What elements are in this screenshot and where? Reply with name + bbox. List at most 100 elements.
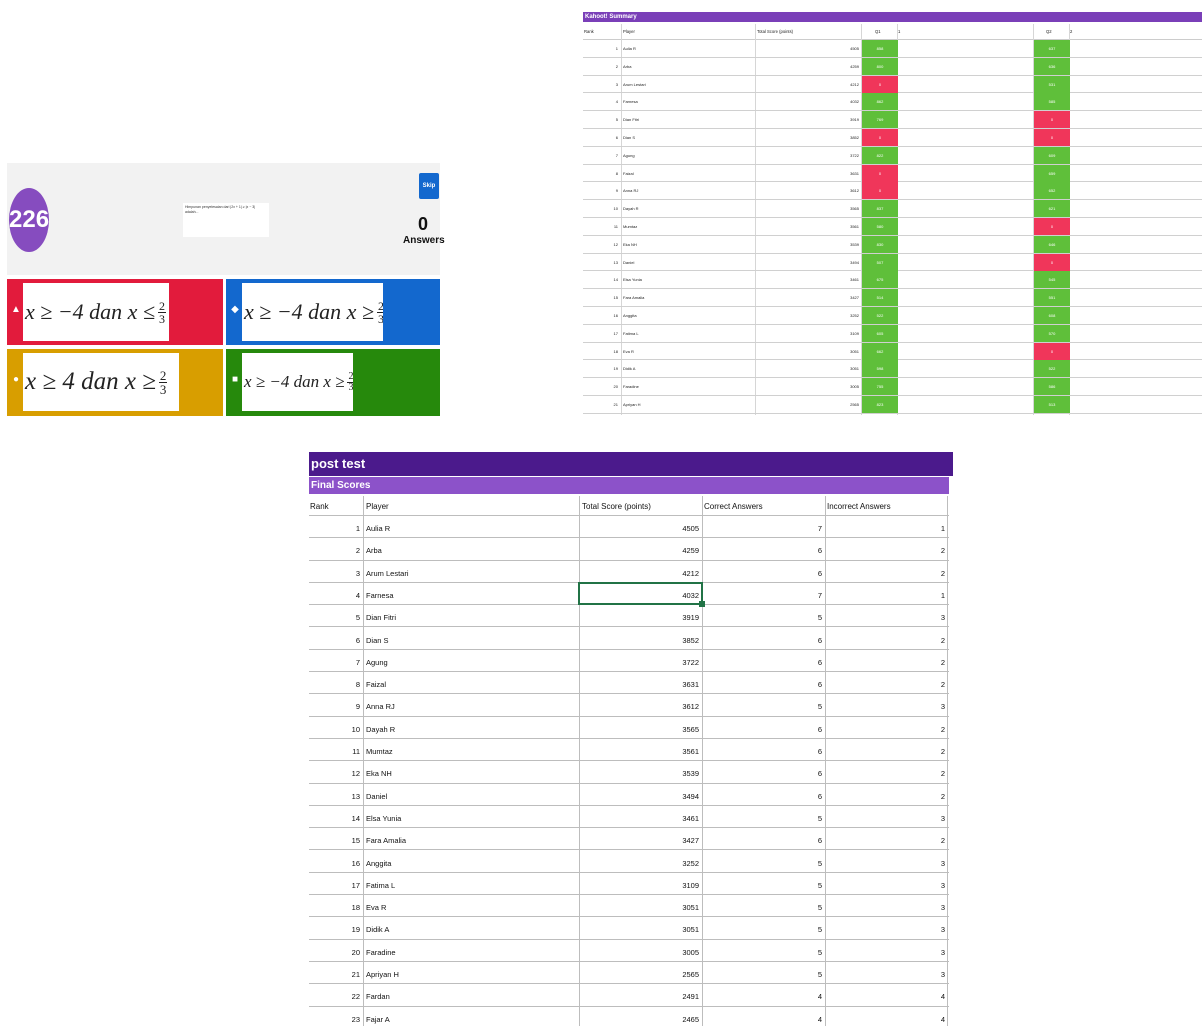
- summary-row: 16 Anggita 3252 522 608: [583, 307, 1202, 325]
- q2-score-cell: 608: [1034, 307, 1070, 324]
- q2-score-cell: 646: [1034, 235, 1070, 253]
- total-score-cell: 3427: [682, 836, 699, 846]
- q1-score-cell: 830: [862, 235, 898, 253]
- summary-row: 8 Faizal 3631 0 659: [583, 164, 1202, 183]
- rank-cell: 5: [355, 613, 360, 623]
- total-score-cell: 3852: [682, 635, 699, 645]
- answer-option-circle[interactable]: ● x ≥ 4 dan x ≥ 2 3: [7, 349, 223, 416]
- q1-score-cell: 0: [862, 129, 898, 146]
- q2-score-cell: 513: [1034, 396, 1070, 413]
- summary-row: 5 Dian Fitri 3919 769 0: [583, 111, 1202, 129]
- q1-score-cell: 598: [862, 360, 898, 378]
- rank-cell: 11: [613, 224, 618, 229]
- fraction-denominator: 3: [159, 311, 166, 326]
- skip-button[interactable]: Skip: [419, 173, 439, 199]
- player-cell: Fatima L: [623, 330, 639, 336]
- player-cell: Anggita: [366, 858, 392, 868]
- player-cell: Eva R: [623, 348, 634, 354]
- correct-answers-cell: 5: [817, 970, 822, 979]
- player-cell: Daniel: [623, 259, 635, 265]
- answer-option-diamond[interactable]: ◆ x ≥ −4 dan x ≥ 2 3: [226, 279, 440, 345]
- correct-answers-cell: 6: [817, 724, 822, 734]
- selected-cell[interactable]: [578, 582, 705, 607]
- correct-answers-cell: 6: [817, 769, 822, 779]
- table-row: 21 Apriyan H 2565 5 3: [309, 962, 949, 985]
- total-score-cell: 3561: [682, 747, 699, 756]
- rank-cell: 15: [351, 836, 360, 846]
- fraction-denominator: 3: [378, 311, 383, 326]
- diamond-icon: ◆: [231, 304, 239, 315]
- rank-cell: 18: [351, 903, 360, 913]
- header-q2-answer: 2: [1070, 29, 1073, 34]
- player-cell: Fara Amalia: [366, 836, 407, 846]
- fraction-numerator: 2: [347, 370, 353, 383]
- incorrect-answers-cell: 3: [940, 903, 945, 913]
- total-score-cell: 3722: [850, 152, 859, 158]
- q2-score-cell: 0: [1034, 342, 1070, 360]
- total-score-cell: 3612: [850, 188, 859, 194]
- total-score-cell: 3427: [850, 295, 859, 301]
- incorrect-answers-cell: 2: [940, 747, 945, 756]
- correct-answers-cell: 6: [817, 546, 822, 556]
- answers-counter: 0 Answers: [403, 213, 445, 247]
- total-score-cell: 3005: [682, 947, 699, 957]
- total-score-cell: 3051: [850, 366, 859, 372]
- q1-score-cell: 0: [862, 182, 898, 200]
- rank-cell: 1: [355, 524, 360, 533]
- q1-score-cell: 858: [862, 40, 898, 57]
- fraction: 2 3: [347, 370, 353, 393]
- player-cell: Faizal: [623, 170, 634, 176]
- summary-row: 2 Arba 4259 800 636: [583, 57, 1202, 76]
- player-cell: Aulia R: [366, 524, 391, 533]
- q2-score-cell: 636: [1034, 57, 1070, 75]
- fraction: 2 3: [158, 300, 167, 326]
- player-cell: Anna RJ: [366, 702, 395, 712]
- q1-score-cell: 605: [862, 324, 898, 342]
- rank-cell: 12: [351, 769, 360, 779]
- summary-row: 18 Eva R 3051 662 0: [583, 342, 1202, 361]
- total-score-cell: 3722: [682, 657, 699, 667]
- total-score-cell: 4505: [850, 46, 859, 51]
- q2-score-cell: 585: [1034, 93, 1070, 111]
- answer-math: x ≥ −4 dan x ≥ 2 3: [242, 353, 353, 411]
- incorrect-answers-cell: 2: [940, 724, 945, 734]
- total-score-cell: 4212: [850, 81, 859, 87]
- player-cell: Didik A: [623, 366, 636, 372]
- total-score-cell: 3852: [850, 135, 859, 140]
- total-score-cell: 3494: [850, 259, 859, 265]
- correct-answers-cell: 5: [817, 858, 822, 868]
- player-cell: Fara Amalia: [623, 295, 645, 301]
- summary-title: Kahoot! Summary: [583, 12, 1202, 22]
- player-cell: Dian S: [623, 135, 636, 140]
- total-score-cell: 3109: [682, 880, 699, 890]
- player-cell: Dian S: [366, 635, 389, 645]
- rank-cell: 2: [355, 546, 360, 556]
- incorrect-answers-cell: 3: [940, 613, 945, 623]
- table-row: 2 Arba 4259 6 2: [309, 538, 949, 561]
- incorrect-answers-cell: 1: [940, 590, 945, 600]
- player-cell: Elsa Yunia: [623, 277, 642, 283]
- summary-row: 6 Dian S 3852 0 0: [583, 129, 1202, 147]
- header-rank: Rank: [584, 29, 594, 34]
- incorrect-answers-cell: 3: [940, 970, 945, 979]
- incorrect-answers-cell: 2: [940, 769, 945, 779]
- rank-cell: 15: [613, 295, 618, 301]
- answer-option-square[interactable]: ■ x ≥ −4 dan x ≥ 2 3: [226, 349, 440, 416]
- rank-cell: 9: [615, 188, 618, 194]
- table-row: 14 Elsa Yunia 3461 5 3: [309, 806, 949, 829]
- rank-cell: 16: [351, 858, 360, 868]
- summary-row: 7 Agung 3722 822 609: [583, 146, 1202, 165]
- rank-cell: 22: [351, 992, 360, 1002]
- summary-row: 12 Eka NH 3539 830 646: [583, 235, 1202, 254]
- total-score-cell: 3051: [850, 348, 859, 354]
- rank-cell: 10: [351, 724, 360, 734]
- answer-option-triangle[interactable]: ▲ x ≥ −4 dan x ≤ 2 3: [7, 279, 223, 345]
- total-score-cell: 3631: [850, 170, 859, 176]
- table-row: 12 Eka NH 3539 6 2: [309, 761, 949, 784]
- player-cell: Agung: [623, 152, 635, 158]
- rank-cell: 2: [615, 63, 618, 69]
- table-row: 3 Arum Lestari 4212 6 2: [309, 561, 949, 583]
- incorrect-answers-cell: 3: [940, 925, 945, 935]
- table-row: 10 Dayah R 3565 6 2: [309, 717, 949, 739]
- header-player: Player: [623, 29, 635, 34]
